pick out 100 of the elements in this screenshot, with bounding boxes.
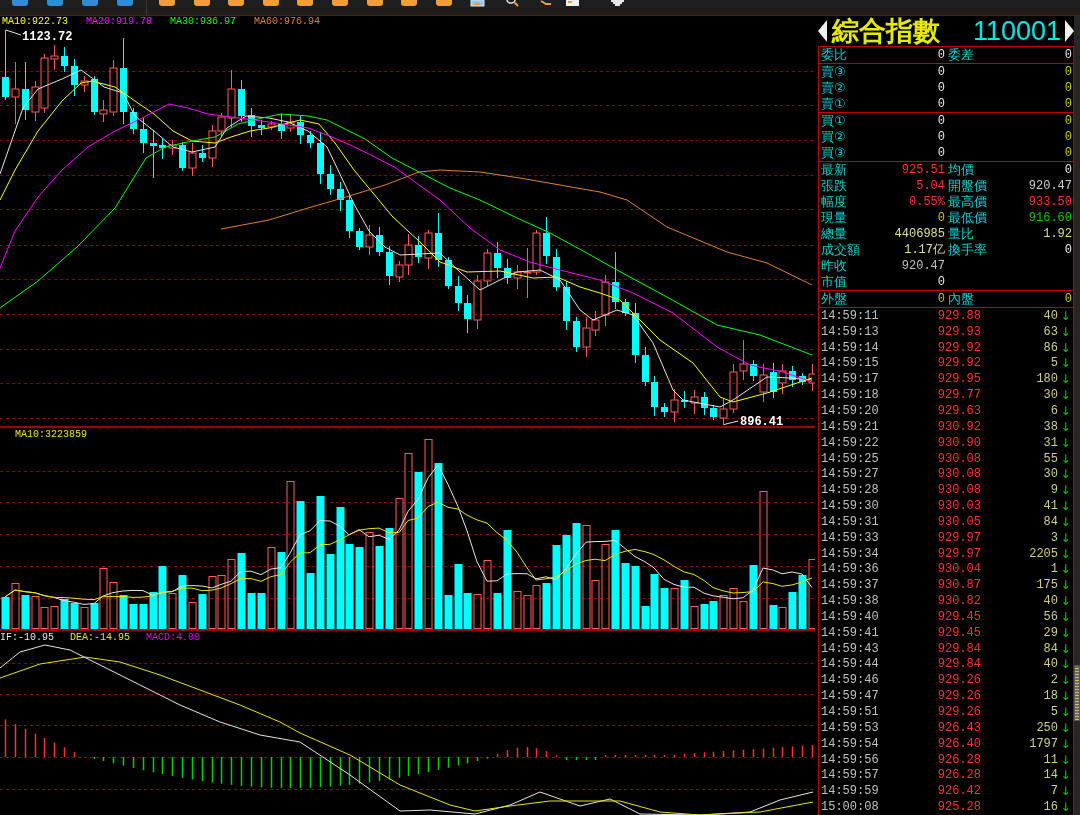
direction-arrow: ↓: [1060, 641, 1071, 656]
trade-price: 929.77: [937, 388, 981, 403]
direction-arrow: ↓: [1060, 419, 1071, 434]
quote-label: 成交額: [821, 242, 860, 258]
trade-time: 14:59:18: [821, 388, 880, 403]
quote-value: 0.55%: [909, 194, 945, 210]
trade-price: 930.03: [937, 499, 981, 514]
quote-value: 0: [937, 64, 945, 80]
trade-price: 929.26: [937, 705, 981, 719]
quote-label: 均價: [948, 162, 974, 178]
direction-arrow: ↓: [1060, 720, 1071, 735]
low-price-label: 896.41: [740, 415, 784, 426]
quote-value: 0: [1064, 96, 1072, 112]
trade-price: 930.05: [937, 514, 981, 529]
trade-volume: 9: [1050, 483, 1058, 498]
trade-volume: 1797: [1029, 736, 1058, 751]
trade-price: 926.43: [937, 720, 981, 735]
direction-arrow: ↓: [1060, 752, 1071, 767]
quote-value: 0: [937, 96, 945, 112]
direction-arrow: ↓: [1060, 340, 1071, 355]
trade-volume: 3: [1050, 530, 1058, 545]
toolbar-button[interactable]: [262, 0, 279, 6]
toolbar-button[interactable]: [297, 0, 314, 6]
quote-value: 920.47: [901, 258, 945, 274]
direction-arrow: ↓: [1060, 657, 1071, 672]
search-icon[interactable]: [504, 0, 520, 7]
trade-time: 14:59:57: [821, 768, 880, 783]
quote-label: 賣②: [821, 80, 846, 96]
indicator-label: MA20:919.78: [86, 16, 153, 28]
trade-time: 14:59:40: [821, 609, 880, 624]
gear-icon[interactable]: [609, 0, 625, 7]
quote-value: 4406985: [894, 226, 945, 242]
trade-time: 14:59:27: [821, 467, 880, 482]
direction-arrow: ↓: [1060, 609, 1071, 624]
trade-time: 14:59:28: [821, 483, 880, 498]
quote-label: 換手率: [948, 242, 987, 258]
trade-time: 14:59:51: [821, 705, 880, 719]
trade-time: 14:59:20: [821, 404, 880, 418]
direction-arrow: ↓: [1060, 514, 1071, 529]
quote-value: 5.04: [916, 178, 945, 194]
toolbar-button[interactable]: [228, 0, 245, 6]
indicator-label: DEA:-14.95: [70, 632, 131, 644]
trade-price: 929.97: [937, 546, 981, 561]
right-arrow-icon[interactable]: [1065, 20, 1074, 42]
direction-arrow: ↓: [1060, 467, 1071, 482]
trade-time: 14:59:54: [821, 736, 880, 751]
quote-value: 0: [937, 80, 945, 96]
trade-price: 930.04: [937, 562, 981, 577]
direction-arrow: ↓: [1060, 372, 1071, 387]
quote-label: 委比: [821, 47, 847, 63]
quote-value: 0: [1064, 113, 1072, 129]
quote-value: 920.47: [1028, 178, 1072, 194]
trade-volume: 175: [1036, 578, 1058, 593]
trade-volume: 5: [1050, 705, 1058, 719]
trade-price: 929.26: [937, 689, 981, 704]
trade-time: 14:59:46: [821, 673, 880, 688]
quote-value: 0: [1064, 64, 1072, 80]
image-icon[interactable]: [469, 0, 485, 7]
quote-label: 買②: [821, 129, 846, 145]
trade-volume: 1: [1050, 562, 1058, 577]
trade-time: 14:59:31: [821, 514, 880, 529]
trade-time: 14:59:34: [821, 546, 880, 561]
trade-volume: 11: [1043, 752, 1058, 767]
toolbar-button[interactable]: [401, 0, 418, 6]
quote-label: 現量: [821, 210, 847, 226]
quote-value: 0: [937, 291, 945, 307]
indicator-label: MA60:976.94: [254, 16, 321, 28]
tool-icon[interactable]: [539, 0, 552, 7]
quote-value: 0: [937, 129, 945, 145]
trade-time: 14:59:41: [821, 625, 880, 640]
quote-value: 933.50: [1028, 194, 1072, 210]
scrollbar-thumb[interactable]: [1074, 665, 1080, 721]
quote-label: 市值: [821, 274, 847, 290]
direction-arrow: ↓: [1060, 435, 1071, 450]
quote-value: 1.92: [1043, 226, 1072, 242]
trade-volume: 40: [1043, 308, 1058, 323]
trade-price: 929.92: [937, 340, 981, 355]
toolbar-button[interactable]: [366, 0, 383, 6]
trade-time: 14:59:44: [821, 657, 880, 672]
direction-arrow: ↓: [1060, 578, 1071, 593]
quote-label: 賣①: [821, 96, 846, 112]
trade-volume: 84: [1043, 641, 1058, 656]
trade-time: 14:59:13: [821, 324, 880, 339]
direction-arrow: ↓: [1060, 324, 1071, 339]
trade-price: 926.42: [937, 784, 981, 799]
quote-value: 0: [937, 274, 945, 290]
toolbar-button[interactable]: [331, 0, 348, 6]
document-icon[interactable]: [564, 0, 580, 7]
quote-value: 0: [937, 113, 945, 129]
quote-label: 買③: [821, 145, 846, 161]
direction-arrow: ↓: [1060, 800, 1071, 815]
trade-time: 14:59:33: [821, 530, 880, 545]
quote-value: 0: [1064, 145, 1072, 161]
trade-volume: 29: [1043, 625, 1058, 640]
toolbar-button[interactable]: [435, 0, 452, 6]
direction-arrow: ↓: [1060, 673, 1071, 688]
toolbar-button[interactable]: [193, 0, 210, 6]
left-arrow-icon[interactable]: [818, 20, 827, 42]
quote-value: 0: [937, 145, 945, 161]
direction-arrow: ↓: [1060, 530, 1071, 545]
